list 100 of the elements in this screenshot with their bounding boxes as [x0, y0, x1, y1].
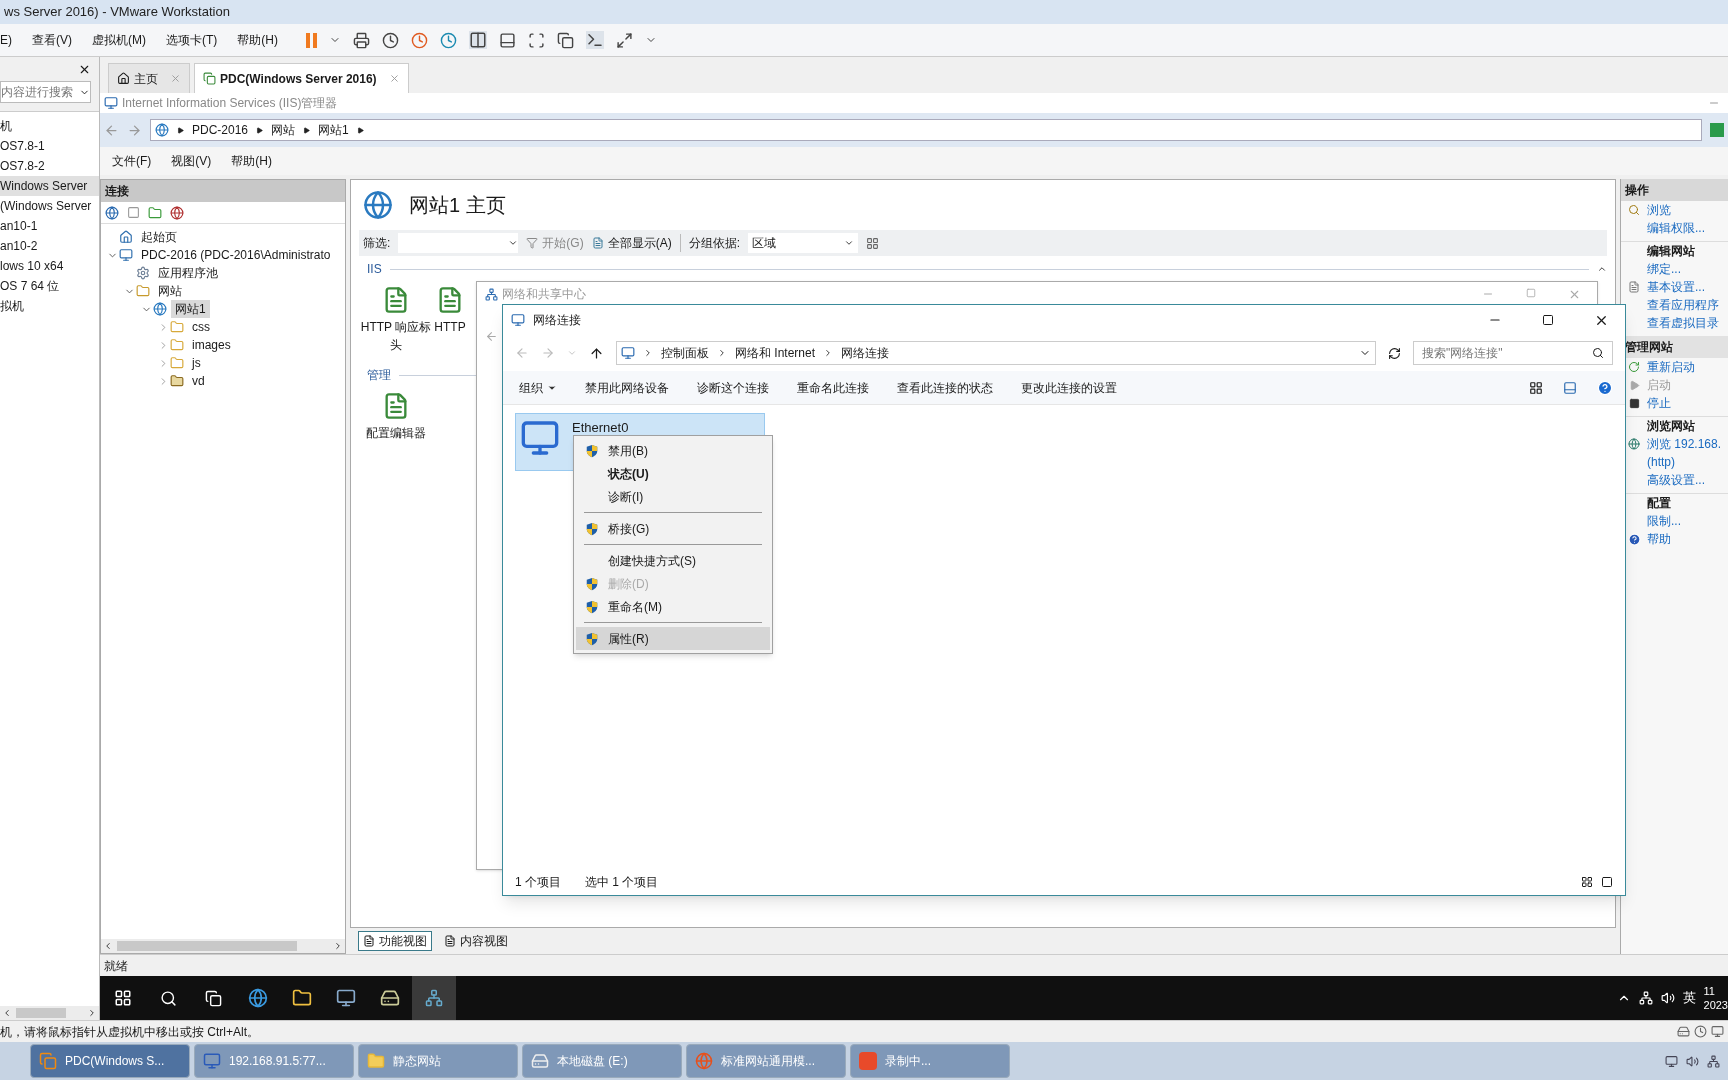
- action-link[interactable]: 重新启动: [1647, 358, 1695, 376]
- vm-tab[interactable]: PDC(Windows Server 2016): [194, 63, 409, 93]
- menu-item[interactable]: 状态(U): [576, 462, 770, 485]
- network-icon[interactable]: [1638, 991, 1653, 1005]
- view-tab[interactable]: 内容视图: [440, 931, 512, 951]
- menu-item[interactable]: 诊断(I): [576, 485, 770, 508]
- library-item[interactable]: 机: [0, 116, 99, 136]
- menu-item[interactable]: 重命名(M): [576, 595, 770, 618]
- menu-item[interactable]: 属性(R): [576, 627, 770, 650]
- command-button[interactable]: 诊断这个连接: [697, 378, 769, 397]
- command-button[interactable]: 更改此连接的设置: [1021, 378, 1117, 397]
- scroll-thumb[interactable]: [117, 941, 297, 951]
- refresh-icon[interactable]: [1388, 346, 1401, 360]
- snapshot-manager-icon[interactable]: [440, 31, 457, 49]
- browser-icon[interactable]: [248, 988, 268, 1008]
- tree-item[interactable]: images: [188, 336, 235, 354]
- file-explorer-icon[interactable]: [292, 988, 312, 1008]
- menu-item[interactable]: E): [0, 31, 12, 49]
- action-link[interactable]: 查看虚拟目录: [1647, 314, 1719, 332]
- breadcrumb-arrow-icon[interactable]: [177, 126, 184, 134]
- show-all-button[interactable]: 全部显示(A): [591, 234, 672, 252]
- menu-item[interactable]: 桥接(G): [576, 517, 770, 540]
- breadcrumb-item[interactable]: 网站: [271, 121, 296, 139]
- scroll-right-icon[interactable]: [333, 941, 343, 951]
- taskbar-button[interactable]: PDC(Windows S...: [30, 1044, 190, 1078]
- pause-button[interactable]: [306, 32, 317, 48]
- collapse-icon[interactable]: [1597, 264, 1607, 274]
- menu-item[interactable]: 虚拟机(M): [92, 31, 146, 49]
- revert-snapshot-icon[interactable]: [411, 31, 428, 49]
- tree-item[interactable]: PDC-2016 (PDC-2016\Administrato: [137, 246, 335, 264]
- tree-item[interactable]: 起始页: [137, 228, 181, 246]
- library-item[interactable]: OS7.8-2: [0, 156, 99, 176]
- menu-item[interactable]: 视图(V): [171, 152, 212, 170]
- library-view-icon[interactable]: [469, 31, 487, 49]
- scroll-left-icon[interactable]: [2, 1008, 12, 1018]
- scroll-thumb[interactable]: [16, 1008, 66, 1018]
- library-item[interactable]: lows 10 x64: [0, 256, 99, 276]
- feature-tile[interactable]: HTTP 响应标头: [359, 286, 433, 354]
- action-link[interactable]: (http): [1647, 453, 1675, 471]
- action-link[interactable]: 停止: [1647, 394, 1671, 412]
- tree-item[interactable]: js: [188, 354, 205, 372]
- tree-item[interactable]: 应用程序池: [154, 264, 222, 282]
- library-item[interactable]: 拟机: [0, 296, 99, 316]
- action-link[interactable]: 浏览 192.168.: [1647, 435, 1722, 453]
- task-view-icon[interactable]: [205, 989, 222, 1007]
- details-view-icon[interactable]: [1581, 876, 1593, 888]
- group-select[interactable]: 区域: [748, 233, 858, 253]
- action-link[interactable]: 高级设置...: [1647, 471, 1705, 489]
- action-link[interactable]: 帮助: [1647, 530, 1671, 548]
- menu-item[interactable]: 帮助(H): [237, 31, 278, 49]
- start-icon[interactable]: [114, 989, 132, 1007]
- filter-field[interactable]: [398, 233, 519, 253]
- library-item[interactable]: OS7.8-1: [0, 136, 99, 156]
- menu-item[interactable]: 禁用(B): [576, 439, 770, 462]
- ime-indicator[interactable]: 英: [1682, 988, 1696, 1008]
- address-bar[interactable]: 控制面板 网络和 Internet 网络连接: [616, 341, 1376, 365]
- scroll-left-icon[interactable]: [103, 941, 113, 951]
- breadcrumb-item[interactable]: PDC-2016: [192, 121, 249, 139]
- breadcrumb-item[interactable]: 控制面板: [661, 344, 709, 362]
- search-field[interactable]: 内容进行搜索: [0, 81, 91, 103]
- breadcrumb-arrow-icon[interactable]: [356, 126, 364, 134]
- stretch-icon[interactable]: [616, 31, 633, 49]
- search-field[interactable]: 搜索"网络连接": [1413, 341, 1613, 365]
- library-item[interactable]: (Windows Server: [0, 196, 99, 216]
- command-button[interactable]: 禁用此网络设备: [585, 378, 669, 397]
- folder-icon[interactable]: [148, 205, 162, 220]
- up-icon[interactable]: [589, 345, 604, 361]
- command-button[interactable]: 重命名此连接: [797, 378, 869, 397]
- menu-item[interactable]: 帮助(H): [231, 152, 272, 170]
- maximize-icon[interactable]: [1542, 314, 1554, 326]
- breadcrumb-item[interactable]: 网络连接: [841, 344, 890, 362]
- scroll-right-icon[interactable]: [87, 1008, 97, 1018]
- menu-item[interactable]: 选项卡(T): [166, 31, 218, 49]
- search-icon[interactable]: [160, 989, 177, 1007]
- menu-item[interactable]: 创建快捷方式(S): [576, 549, 770, 572]
- feature-tile[interactable]: HTTP: [433, 286, 467, 354]
- library-item[interactable]: an10-1: [0, 216, 99, 236]
- tree-item[interactable]: 网站: [154, 282, 186, 300]
- disconnect-icon[interactable]: [170, 205, 184, 220]
- network-app-icon[interactable]: [425, 989, 443, 1007]
- thumbnail-view-icon[interactable]: [499, 31, 516, 49]
- command-button[interactable]: 查看此连接的状态: [897, 378, 993, 397]
- help-icon[interactable]: [1597, 379, 1613, 396]
- connect-icon[interactable]: [105, 205, 119, 220]
- full-screen-icon[interactable]: [528, 31, 545, 49]
- tree-item[interactable]: 网站1: [171, 300, 210, 318]
- action-link[interactable]: 编辑权限...: [1647, 219, 1705, 237]
- view-tab[interactable]: 功能视图: [358, 931, 432, 951]
- command-button[interactable]: 组织: [519, 378, 557, 397]
- library-item[interactable]: Windows Server: [0, 176, 99, 196]
- save-icon[interactable]: [127, 206, 140, 219]
- vm-tab[interactable]: 主页: [108, 63, 190, 93]
- action-link[interactable]: 查看应用程序: [1647, 296, 1719, 314]
- view-icon[interactable]: [866, 236, 879, 250]
- breadcrumb-item[interactable]: 网络和 Internet: [735, 344, 816, 362]
- clock[interactable]: 11 2023: [1703, 984, 1728, 1012]
- network-icon[interactable]: [1707, 1054, 1720, 1068]
- breadcrumb-item[interactable]: 网站1: [318, 121, 349, 139]
- action-link[interactable]: 绑定...: [1647, 260, 1681, 278]
- breadcrumb-arrow-icon[interactable]: [303, 126, 311, 134]
